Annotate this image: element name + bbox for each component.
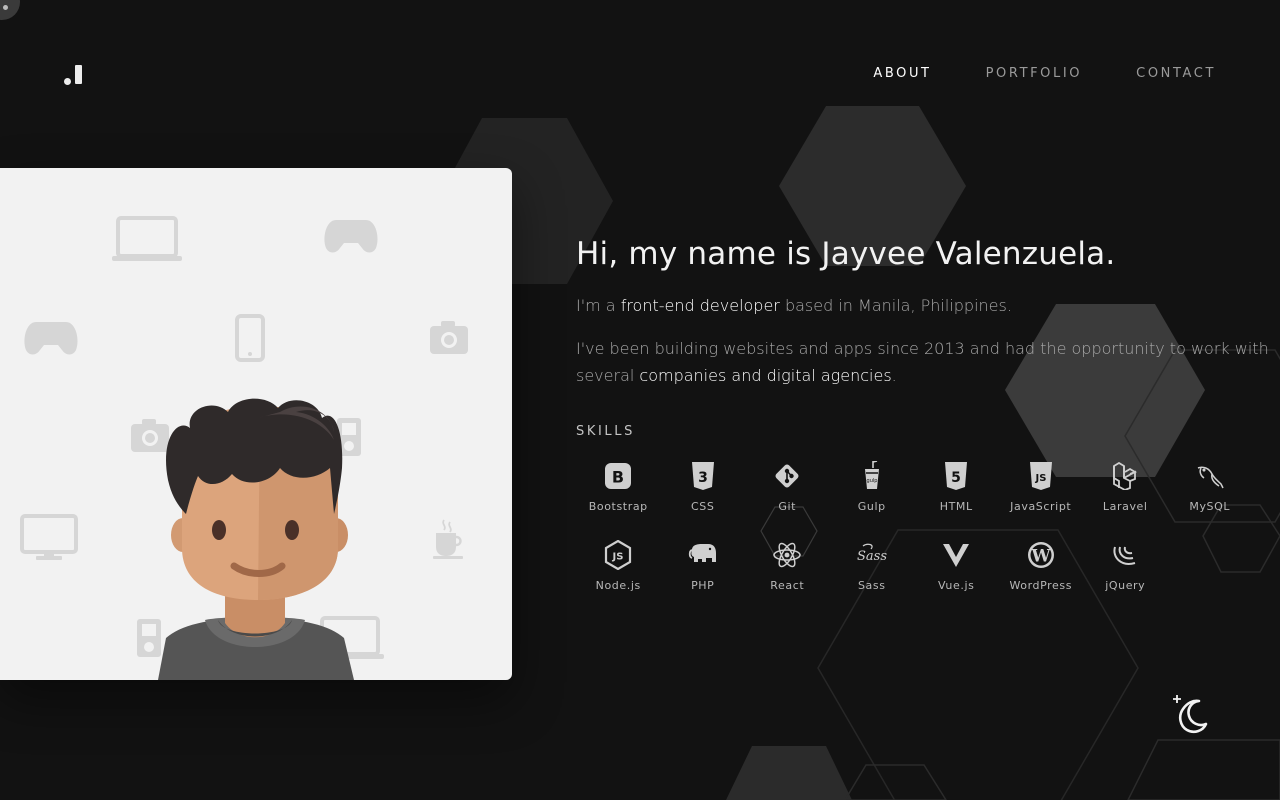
intro-text: I'm a [576,296,621,315]
intro-text: . [891,366,897,385]
skill-label: HTML [939,500,973,513]
skill-nodejs: JS Node.js [576,539,661,592]
page-title: Hi, my name is Jayvee Valenzuela. [576,236,1116,272]
wordpress-icon: W [1026,539,1056,571]
skill-sass: Sass Sass [830,539,915,592]
skill-label: Bootstrap [588,500,648,513]
laravel-icon [1110,460,1140,492]
skill-label: CSS [691,500,715,513]
svg-text:W: W [1030,547,1051,567]
camera-icon [430,321,468,354]
mysql-icon [1195,460,1225,492]
gamepad-icon [24,322,78,355]
skill-html: 5 HTML [914,460,999,513]
nav-item-about[interactable]: ABOUT [873,66,931,81]
skill-css: 3 CSS [661,460,746,513]
svg-text:Sass: Sass [857,549,887,564]
jquery-icon [1110,539,1140,571]
skill-jquery: jQuery [1083,539,1168,592]
avatar-character [158,398,354,680]
skill-label: Sass [857,579,886,592]
coffee-cup-icon [433,519,463,559]
main-nav: ABOUT PORTFOLIO CONTACT [873,66,1216,81]
nodejs-icon: JS [603,539,633,571]
monitor-icon [20,514,78,560]
skill-label: Node.js [595,579,641,592]
git-icon [772,460,802,492]
phone-icon [235,314,265,362]
php-icon [688,539,718,571]
moon-icon[interactable] [1170,694,1214,734]
intro-text: based in Manila, Philippines. [779,296,1012,315]
svg-text:JS: JS [612,552,624,563]
skill-label: Laravel [1102,500,1148,513]
skill-label: JavaScript [1010,500,1072,513]
skill-vuejs: Vue.js [914,539,999,592]
companies-highlight: companies and digital agencies [639,366,892,385]
skill-wordpress: W WordPress [999,539,1084,592]
intro-paragraph-experience: I've been building websites and apps sin… [576,335,1276,389]
nav-item-portfolio[interactable]: PORTFOLIO [986,66,1083,81]
gamepad-icon [324,220,378,253]
skill-gulp: gulp Gulp [830,460,915,513]
skill-label: Vue.js [938,579,975,592]
css3-icon: 3 [688,460,718,492]
skill-laravel: Laravel [1083,460,1168,513]
skill-bootstrap: B Bootstrap [576,460,661,513]
brand-logo-icon[interactable] [64,65,84,85]
skill-label: WordPress [1009,579,1073,592]
role-highlight: front-end developer [620,296,780,315]
skills-heading: SKILLS [576,424,635,439]
svg-text:3: 3 [698,470,708,486]
skill-react: React [745,539,830,592]
skill-mysql: MySQL [1168,460,1253,513]
laptop-icon [112,216,182,261]
intro-paragraph-role: I'm a front-end developer based in Manil… [576,292,1276,319]
vuejs-icon [941,539,971,571]
gulp-icon: gulp [857,460,887,492]
skill-label: jQuery [1105,579,1146,592]
skill-git: Git [745,460,830,513]
javascript-icon: JS [1026,460,1056,492]
svg-text:5: 5 [951,470,961,486]
skill-label: Git [778,500,797,513]
skill-label: MySQL [1189,500,1231,513]
intro-section: Hi, my name is Jayvee Valenzuela. I'm a … [576,236,1276,389]
bootstrap-icon: B [603,460,633,492]
nav-item-contact[interactable]: CONTACT [1136,66,1216,81]
media-player-icon [137,619,161,657]
avatar-illustration [0,168,512,680]
svg-text:JS: JS [1034,473,1046,484]
skill-label: React [770,579,805,592]
camera-icon [131,419,169,452]
skill-label: PHP [691,579,715,592]
sass-icon: Sass [857,539,887,571]
html5-icon: 5 [941,460,971,492]
skill-php: PHP [661,539,746,592]
skill-javascript: JS JavaScript [999,460,1084,513]
react-icon [772,539,802,571]
svg-text:B: B [612,468,624,487]
skill-label: Gulp [857,500,886,513]
svg-text:gulp: gulp [866,478,877,484]
skills-grid: B Bootstrap 3 CSS Git gulp Gulp 5 HTML J… [576,460,1256,592]
